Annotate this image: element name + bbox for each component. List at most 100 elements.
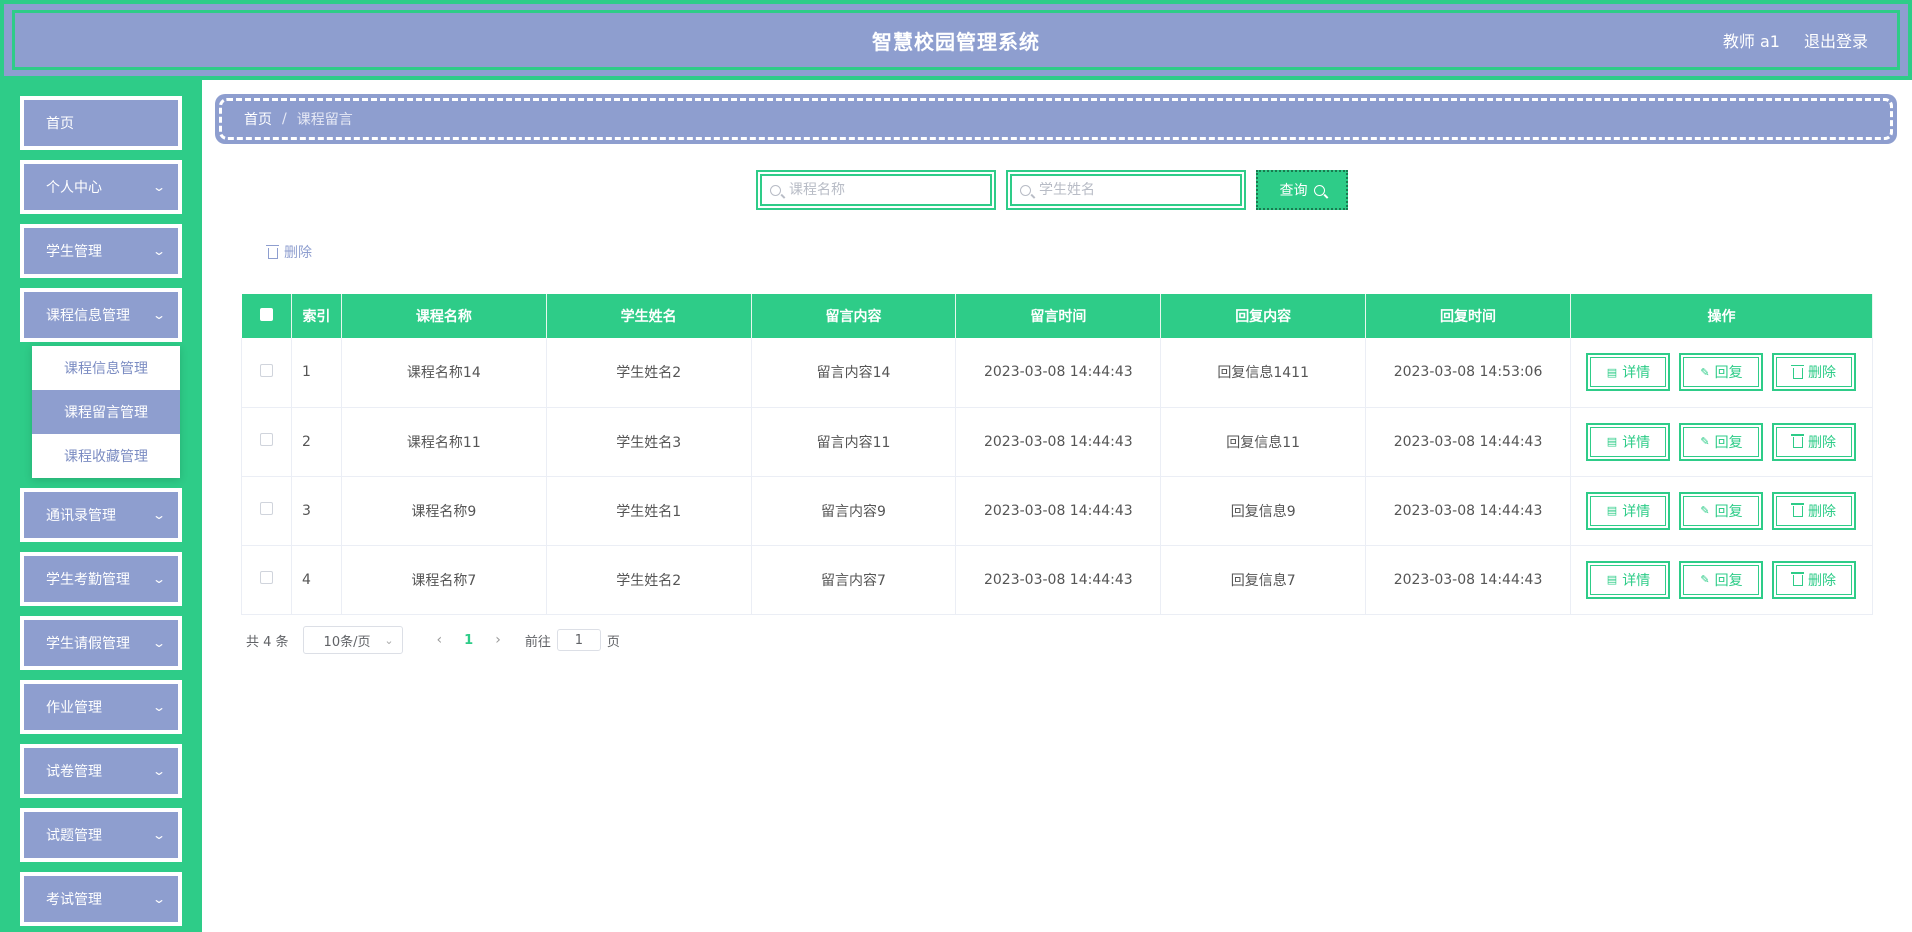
logout-button[interactable]: 退出登录 — [1804, 28, 1868, 52]
row-actions: ▤ 详情 ✎ 回复 删除 — [1571, 560, 1872, 599]
detail-button[interactable]: ▤ 详情 — [1586, 491, 1671, 530]
sidebar-item-label: 首页 — [46, 116, 74, 132]
detail-button-inner: ▤ 详情 — [1590, 495, 1667, 526]
sidebar-item-attendance[interactable]: 学生考勤管理 ⌄ — [20, 552, 182, 606]
sidebar-item-leave[interactable]: 学生请假管理 ⌄ — [20, 616, 182, 670]
cell-course-name: 课程名称14 — [341, 338, 547, 408]
sidebar-item-contacts[interactable]: 通讯录管理 ⌄ — [20, 488, 182, 542]
sidebar-item-exams[interactable]: 考试管理 ⌄ — [20, 872, 182, 926]
cell-message-content: 留言内容14 — [751, 338, 957, 408]
detail-button-inner: ▤ 详情 — [1590, 357, 1667, 388]
column-header: 回复时间 — [1365, 294, 1571, 338]
delete-button[interactable]: 删除 — [1772, 422, 1857, 461]
student-name-search-box — [1010, 174, 1242, 206]
column-header: 留言时间 — [955, 294, 1162, 338]
row-select-cell — [241, 407, 292, 477]
reply-button[interactable]: ✎ 回复 — [1679, 491, 1764, 530]
app-title: 智慧校园管理系统 — [872, 29, 1040, 54]
chevron-down-icon: ⌄ — [151, 828, 167, 842]
reply-button[interactable]: ✎ 回复 — [1679, 560, 1764, 599]
cell-message-content: 留言内容9 — [751, 476, 957, 546]
pagination: 共 4 条 10条/页 ⌄ ‹ 1 › 前往 页 — [246, 626, 620, 654]
row-select-cell — [241, 476, 292, 546]
trash-icon — [1790, 572, 1804, 586]
bulk-delete-label: 删除 — [284, 245, 312, 261]
pagination-total: 共 4 条 — [246, 634, 289, 650]
goto-page-input[interactable] — [556, 629, 601, 651]
row-actions: ▤ 详情 ✎ 回复 删除 — [1571, 422, 1872, 461]
sidebar-item-student-management[interactable]: 学生管理 ⌄ — [20, 224, 182, 278]
bulk-delete-button[interactable]: 删除 — [266, 242, 312, 262]
row-checkbox[interactable] — [259, 363, 273, 377]
delete-button[interactable]: 删除 — [1772, 491, 1857, 530]
reply-button-inner: ✎ 回复 — [1683, 426, 1760, 457]
reply-button[interactable]: ✎ 回复 — [1679, 353, 1764, 392]
cell-actions: ▤ 详情 ✎ 回复 删除 — [1570, 338, 1874, 408]
cell-message-time: 2023-03-08 14:44:43 — [955, 476, 1162, 546]
cell-reply-content: 回复信息7 — [1160, 545, 1367, 615]
detail-button[interactable]: ▤ 详情 — [1586, 353, 1671, 392]
row-checkbox[interactable] — [259, 571, 273, 584]
sidebar-item-label: 学生请假管理 — [46, 636, 130, 652]
chevron-down-icon: ⌄ — [384, 633, 394, 647]
submenu-item-course-messages[interactable]: 课程留言管理 — [32, 390, 180, 434]
detail-label: 详情 — [1622, 572, 1651, 589]
reply-label: 回复 — [1714, 434, 1743, 451]
detail-label: 详情 — [1622, 434, 1651, 451]
sidebar-item-label: 课程信息管理 — [46, 308, 130, 324]
student-name-search — [1006, 170, 1246, 210]
cell-actions: ▤ 详情 ✎ 回复 删除 — [1570, 476, 1874, 546]
reply-button-inner: ✎ 回复 — [1683, 564, 1760, 595]
edit-icon: ✎ — [1700, 573, 1710, 586]
chevron-down-icon: ⌄ — [151, 892, 167, 906]
edit-icon: ✎ — [1700, 435, 1710, 448]
submenu-item-course-favorites[interactable]: 课程收藏管理 — [32, 434, 180, 478]
page-size-select[interactable]: 10条/页 ⌄ — [302, 626, 403, 654]
query-button[interactable]: 查询 — [1256, 170, 1348, 210]
sidebar-item-questions[interactable]: 试题管理 ⌄ — [20, 808, 182, 862]
goto-prefix: 前往 — [524, 634, 551, 650]
reply-button[interactable]: ✎ 回复 — [1679, 422, 1764, 461]
breadcrumb: 首页 / 课程留言 — [215, 94, 1897, 144]
sidebar-item-label: 考试管理 — [46, 892, 102, 908]
cell-actions: ▤ 详情 ✎ 回复 删除 — [1570, 545, 1874, 615]
delete-button-inner: 删除 — [1776, 357, 1853, 388]
cell-reply-time: 2023-03-08 14:53:06 — [1365, 338, 1571, 408]
page-number-current[interactable]: 1 — [464, 633, 473, 648]
delete-button-inner: 删除 — [1776, 564, 1853, 595]
delete-button[interactable]: 删除 — [1772, 560, 1857, 599]
delete-button[interactable]: 删除 — [1772, 353, 1857, 392]
row-actions: ▤ 详情 ✎ 回复 删除 — [1571, 353, 1872, 392]
goto-suffix: 页 — [606, 634, 620, 650]
header-frame: 智慧校园管理系统 — [12, 10, 1900, 70]
table-header-row: 索引 课程名称 学生姓名 留言内容 留言时间 回复内容 回复时间 操作 — [241, 294, 1874, 338]
course-name-input[interactable] — [789, 182, 969, 198]
next-page-icon[interactable]: › — [495, 632, 501, 648]
sidebar-item-home[interactable]: 首页 — [20, 96, 182, 150]
sidebar-item-course-info[interactable]: 课程信息管理 ⌄ — [20, 288, 182, 342]
delete-label: 删除 — [1807, 434, 1836, 451]
chevron-down-icon: ⌄ — [151, 700, 167, 714]
select-all-cell — [241, 294, 292, 338]
sidebar-item-papers[interactable]: 试卷管理 ⌄ — [20, 744, 182, 798]
sidebar-item-personal-center[interactable]: 个人中心 ⌄ — [20, 160, 182, 214]
row-checkbox[interactable] — [259, 433, 273, 446]
reply-button-inner: ✎ 回复 — [1683, 495, 1760, 526]
column-header: 留言内容 — [751, 294, 957, 338]
sidebar-item-label: 试卷管理 — [46, 764, 102, 780]
prev-page-icon[interactable]: ‹ — [437, 632, 443, 648]
select-all-checkbox[interactable] — [259, 307, 273, 321]
cell-reply-content: 回复信息11 — [1160, 407, 1367, 477]
cell-reply-time: 2023-03-08 14:44:43 — [1365, 545, 1571, 615]
detail-button[interactable]: ▤ 详情 — [1586, 560, 1671, 599]
student-name-input[interactable] — [1039, 182, 1219, 198]
row-checkbox[interactable] — [259, 502, 273, 515]
sidebar: 首页 个人中心 ⌄ 学生管理 ⌄ 课程信息管理 ⌄ 通讯录管理 ⌄ 学生考勤管理… — [0, 80, 202, 932]
sidebar-item-homework[interactable]: 作业管理 ⌄ — [20, 680, 182, 734]
cell-reply-time: 2023-03-08 14:44:43 — [1365, 476, 1571, 546]
submenu-item-course-info[interactable]: 课程信息管理 — [32, 346, 180, 390]
breadcrumb-home[interactable]: 首页 — [244, 109, 272, 129]
detail-button[interactable]: ▤ 详情 — [1586, 422, 1671, 461]
messages-table: 索引 课程名称 学生姓名 留言内容 留言时间 回复内容 回复时间 操作 1 课程名… — [241, 294, 1874, 615]
column-header: 操作 — [1570, 294, 1874, 338]
